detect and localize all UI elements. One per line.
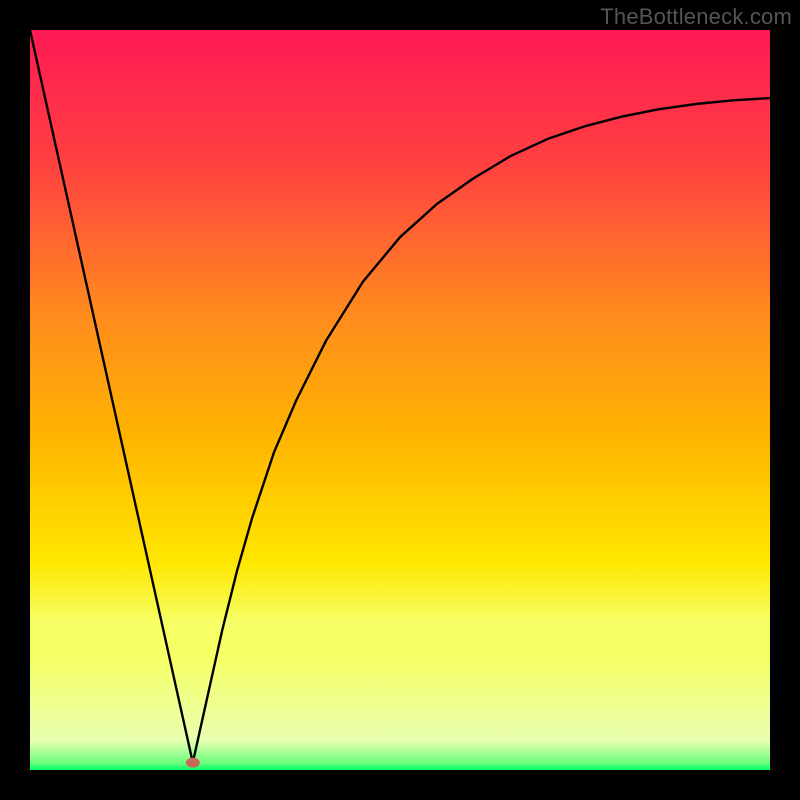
chart-svg [30, 30, 770, 770]
gradient-background [30, 30, 770, 770]
chart-frame: TheBottleneck.com [0, 0, 800, 800]
watermark-text: TheBottleneck.com [600, 4, 792, 30]
plot-area [30, 30, 770, 770]
notch-marker [186, 758, 200, 768]
